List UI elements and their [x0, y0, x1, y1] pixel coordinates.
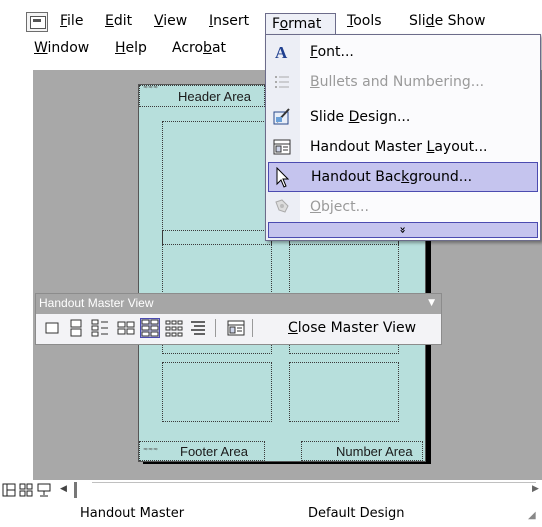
- toolbar-separator: [215, 319, 216, 337]
- menu-format[interactable]: Format: [265, 13, 336, 35]
- slide-design-icon: [273, 108, 291, 126]
- slide-placeholder-5[interactable]: [162, 362, 272, 422]
- toolbar-options-icon[interactable]: ▼: [428, 298, 435, 308]
- footer-area-label: Footer Area: [180, 444, 248, 459]
- menu-item-label: Object...: [310, 199, 369, 215]
- menu-window[interactable]: Window: [28, 37, 95, 59]
- header-placeholder-mark: ≈≈≈: [143, 84, 159, 91]
- layout-3-slides-icon: [91, 319, 108, 337]
- svg-text:A: A: [275, 43, 288, 61]
- bullets-icon: [273, 73, 291, 91]
- expand-menu-button[interactable]: »: [268, 222, 538, 238]
- layout-9-slides-icon: [165, 320, 183, 337]
- menu-slide-show[interactable]: Slide Show: [403, 10, 491, 32]
- header-area[interactable]: ≈≈≈ Header Area: [139, 84, 265, 107]
- menu-help[interactable]: Help: [109, 37, 153, 59]
- layout-2-slides-icon: [70, 319, 82, 337]
- menu-item-font[interactable]: A Font...: [268, 37, 538, 67]
- slide-show-view-icon[interactable]: [37, 483, 51, 501]
- footer-placeholder-mark: ≈≈≈: [143, 446, 159, 453]
- menu-edit[interactable]: Edit: [99, 10, 138, 32]
- menu-item-label: Bullets and Numbering...: [310, 74, 485, 90]
- master-layout-button[interactable]: [226, 318, 246, 338]
- font-icon: A: [273, 43, 291, 62]
- format-menu-dropdown: A Font... Bullets and Numbering... Slide…: [265, 34, 541, 241]
- layout-2-slides-button[interactable]: [66, 318, 86, 338]
- menu-item-bullets-numbering[interactable]: Bullets and Numbering...: [268, 67, 538, 97]
- horizontal-scrollbar[interactable]: [92, 482, 536, 498]
- number-area[interactable]: Number Area: [301, 441, 423, 461]
- layout-outline-button[interactable]: [188, 318, 208, 338]
- toolbar-separator: [252, 319, 253, 337]
- menu-file[interactable]: File: [54, 10, 89, 32]
- resize-grip-icon[interactable]: ◢: [528, 510, 536, 521]
- menu-item-label: Handout Background...: [311, 169, 473, 185]
- status-design-name: Default Design: [308, 506, 405, 521]
- layout-1-slide-button[interactable]: [42, 318, 62, 338]
- close-master-view-button[interactable]: Close Master View: [288, 317, 416, 339]
- object-icon: [273, 198, 291, 216]
- handout-master-toolbar: Handout Master View ▼ Close Master View: [35, 293, 442, 345]
- toolbar-title: Handout Master View: [39, 296, 154, 310]
- layout-1-slide-icon: [45, 322, 59, 334]
- outline-icon: [191, 321, 205, 335]
- scroll-left-icon[interactable]: ◀: [60, 484, 67, 494]
- layout-4-slides-icon: [117, 321, 135, 335]
- status-view-name: Handout Master: [80, 506, 185, 521]
- pointer-cursor-icon: [274, 166, 292, 188]
- slide-placeholder-6[interactable]: [289, 362, 399, 422]
- scroll-right-icon[interactable]: ▶: [532, 484, 539, 494]
- layout-6-slides-icon: [141, 319, 159, 337]
- menu-item-slide-design[interactable]: Slide Design...: [268, 102, 538, 132]
- menu-insert[interactable]: Insert: [203, 10, 255, 32]
- layout-6-slides-button[interactable]: [140, 318, 160, 338]
- layout-9-slides-button[interactable]: [164, 318, 184, 338]
- number-area-label: Number Area: [336, 444, 413, 459]
- normal-view-icon[interactable]: [2, 483, 16, 501]
- slide-placeholder-1[interactable]: [162, 121, 272, 245]
- menu-view[interactable]: View: [148, 10, 193, 32]
- toolbar-title-bar[interactable]: Handout Master View ▼: [36, 294, 441, 314]
- document-icon[interactable]: [26, 12, 48, 32]
- master-layout-icon: [227, 320, 245, 336]
- scroll-thumb[interactable]: [74, 482, 77, 498]
- slide-sorter-view-icon[interactable]: [19, 483, 33, 501]
- menu-item-handout-background[interactable]: Handout Background...: [268, 162, 538, 192]
- menu-item-label: Font...: [310, 44, 354, 60]
- layout-3-slides-button[interactable]: [90, 318, 110, 338]
- menu-item-label: Slide Design...: [310, 109, 411, 125]
- menu-acrobat[interactable]: Acrobat: [166, 37, 232, 59]
- menu-item-object[interactable]: Object...: [268, 192, 538, 222]
- handout-layout-icon: [273, 138, 291, 156]
- chevron-down-icon: »: [396, 226, 410, 234]
- menu-item-label: Handout Master Layout...: [310, 139, 488, 155]
- footer-area[interactable]: ≈≈≈ Footer Area: [139, 441, 265, 461]
- menu-tools[interactable]: Tools: [341, 10, 388, 32]
- header-area-label: Header Area: [178, 89, 251, 104]
- menu-item-handout-master-layout[interactable]: Handout Master Layout...: [268, 132, 538, 162]
- layout-4-slides-button[interactable]: [116, 318, 136, 338]
